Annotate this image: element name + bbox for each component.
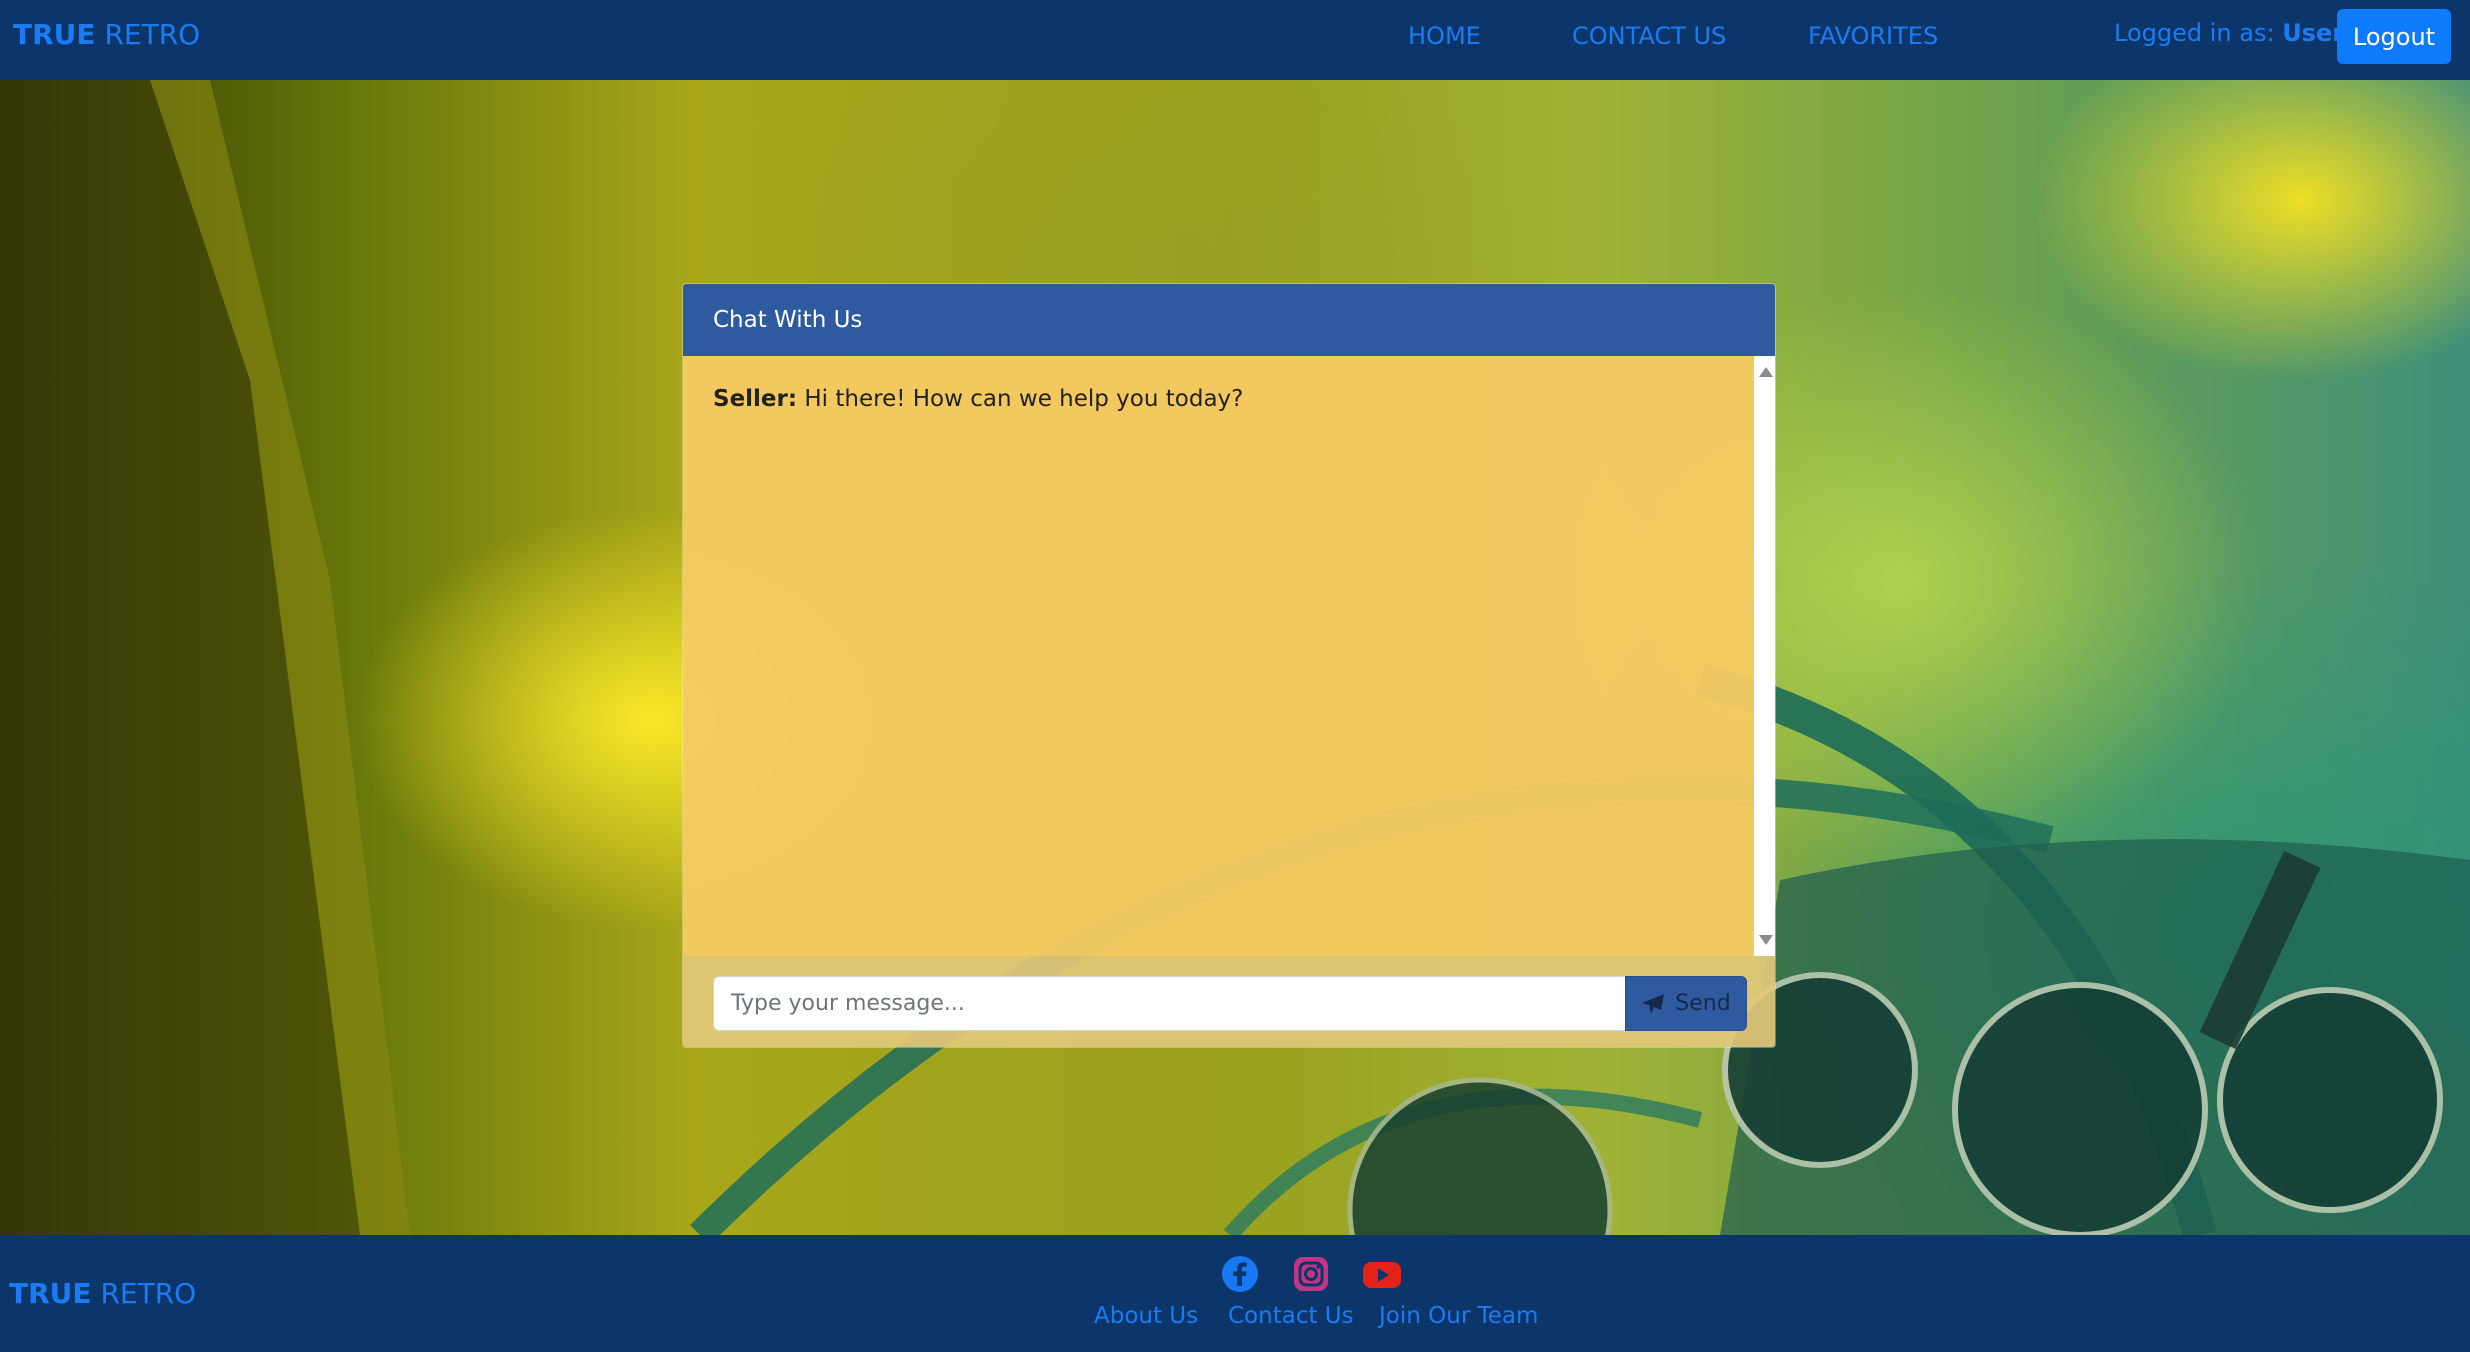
navbar: TRUE RETRO HOME CONTACT US FAVORITES Log…: [0, 0, 2470, 80]
logged-in-user: User: [2282, 19, 2345, 47]
nav-favorites-link[interactable]: FAVORITES: [1808, 22, 1938, 50]
logged-in-label: Logged in as:: [2114, 19, 2275, 47]
footer-brand-bold: TRUE: [9, 1277, 92, 1310]
chat-header: Chat With Us: [683, 284, 1775, 356]
footer-contact-link[interactable]: Contact Us: [1228, 1303, 1354, 1329]
nav-contact-link[interactable]: CONTACT US: [1572, 22, 1726, 50]
logout-button[interactable]: Logout: [2337, 9, 2451, 64]
youtube-icon[interactable]: [1362, 1255, 1402, 1293]
facebook-icon[interactable]: [1221, 1255, 1259, 1293]
message-sender: Seller:: [713, 386, 798, 412]
footer: TRUE RETRO About Us Contact Us Join Our …: [0, 1235, 2470, 1352]
chat-input-bar: Send: [683, 956, 1775, 1047]
brand-rest: RETRO: [104, 18, 201, 51]
footer-about-link[interactable]: About Us: [1094, 1303, 1198, 1329]
chat-window: Chat With Us Seller: Hi there! How can w…: [682, 283, 1776, 1048]
chat-title: Chat With Us: [713, 307, 863, 333]
chat-message: Seller: Hi there! How can we help you to…: [713, 386, 1724, 412]
brand-logo[interactable]: TRUE RETRO: [13, 18, 200, 51]
footer-brand-logo[interactable]: TRUE RETRO: [9, 1277, 196, 1310]
send-label: Send: [1675, 991, 1731, 1016]
footer-join-link[interactable]: Join Our Team: [1379, 1303, 1538, 1329]
logged-in-status: Logged in as: User: [2114, 19, 2344, 47]
chat-messages: Seller: Hi there! How can we help you to…: [683, 356, 1754, 956]
paper-plane-icon: [1642, 993, 1665, 1014]
message-input[interactable]: [713, 976, 1627, 1031]
instagram-icon[interactable]: [1292, 1255, 1330, 1293]
brand-bold: TRUE: [13, 18, 96, 51]
message-text: Hi there! How can we help you today?: [804, 386, 1244, 412]
scroll-down-arrow-icon[interactable]: [1759, 935, 1773, 945]
scroll-up-arrow-icon[interactable]: [1759, 367, 1773, 377]
chat-scrollbar[interactable]: [1754, 356, 1775, 956]
send-button[interactable]: Send: [1625, 976, 1747, 1031]
nav-home-link[interactable]: HOME: [1408, 22, 1481, 50]
footer-brand-rest: RETRO: [100, 1277, 197, 1310]
